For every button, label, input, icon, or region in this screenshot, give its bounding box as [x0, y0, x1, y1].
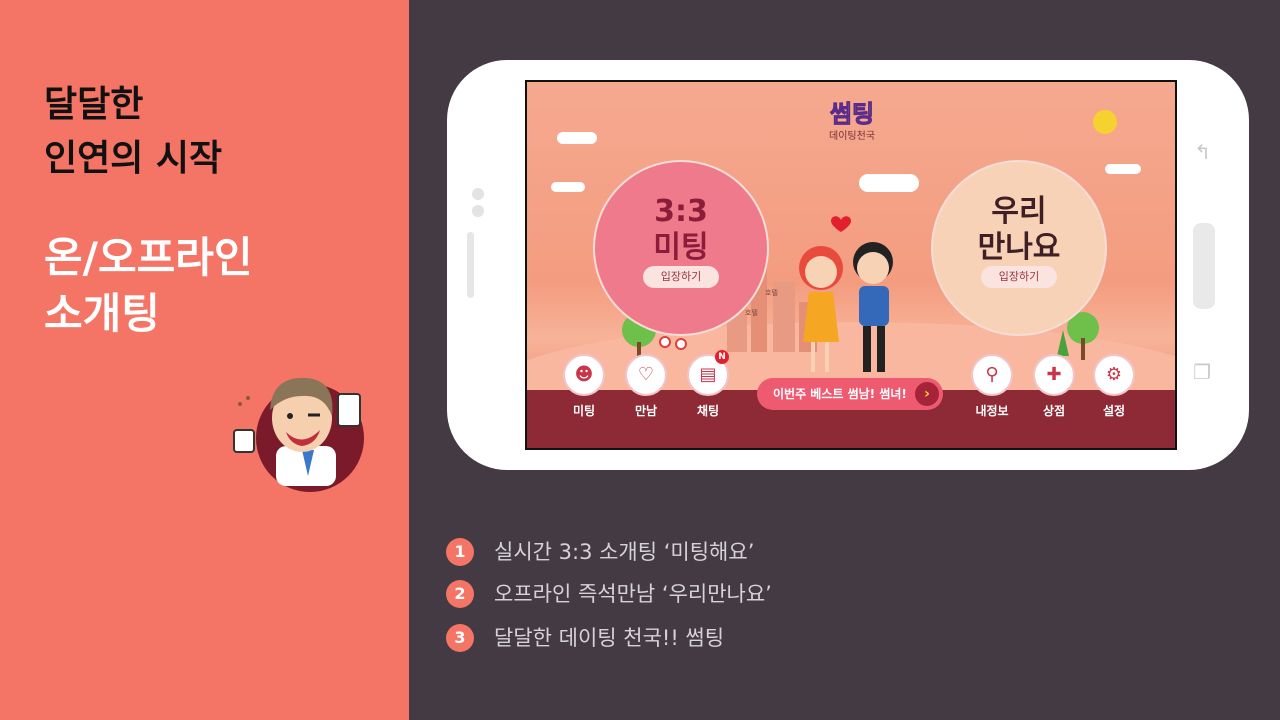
- phone-frame: ↰ ❐ 호텔 호텔 썸팅 데이팅천국 3:3 미팅 입장하기 우리 만나요 입장…: [447, 60, 1249, 470]
- menu-chat[interactable]: ▤ N 채팅: [683, 350, 733, 419]
- app-screen: 호텔 호텔 썸팅 데이팅천국 3:3 미팅 입장하기 우리 만나요 입장하기 ☻…: [525, 80, 1177, 450]
- feature-number: 3: [446, 624, 474, 652]
- menu-settings-label: 설정: [1102, 404, 1126, 418]
- weekly-best-button[interactable]: 이번주 베스트 썸남! 썸녀! ›: [757, 378, 943, 410]
- menu-meeting[interactable]: ☻ 미팅: [559, 354, 609, 419]
- couple-illustration: [799, 216, 893, 372]
- meetup-title-line-1: 우리: [991, 194, 1047, 229]
- headline: 달달한 인연의 시작: [44, 78, 222, 186]
- menu-meet-label: 만남: [634, 404, 658, 418]
- feature-text: 실시간 3:3 소개팅 ‘미팅해요’: [494, 540, 755, 564]
- logo-subtitle: 데이팅천국: [829, 131, 875, 142]
- left-panel: 달달한 인연의 시작 온/오프라인 소개팅: [0, 0, 409, 720]
- city-sign: 호텔: [765, 289, 778, 297]
- cloud-decoration: [859, 174, 919, 192]
- cloud-decoration: [557, 132, 597, 144]
- menu-meeting-label: 미팅: [572, 404, 596, 418]
- meetup-enter-button[interactable]: 입장하기: [981, 266, 1057, 288]
- menu-profile[interactable]: ⚲ 내정보: [967, 354, 1017, 419]
- gear-icon: ⚙: [1093, 354, 1135, 396]
- heart-icon: ♡: [625, 354, 667, 396]
- meeting-title-line-2: 미팅: [653, 230, 709, 265]
- weekly-best-label: 이번주 베스트 썸남! 썸녀!: [773, 387, 907, 401]
- menu-chat-label: 채팅: [696, 404, 720, 418]
- headline-line-2: 인연의 시작: [44, 138, 223, 179]
- mascot-illustration: [233, 377, 364, 492]
- side-button: [467, 232, 474, 298]
- menu-settings[interactable]: ⚙ 설정: [1089, 354, 1139, 419]
- menu-shop-label: 상점: [1042, 404, 1066, 418]
- subheadline-line-2: 소개팅: [44, 289, 160, 338]
- profile-icon: ⚲: [971, 354, 1013, 396]
- meeting-title: 3:3 미팅: [595, 194, 767, 266]
- menu-shop[interactable]: ✚ 상점: [1029, 354, 1079, 419]
- sun-decoration: [1093, 110, 1117, 134]
- sensor-dot: [472, 205, 484, 217]
- feature-text: 오프라인 즉석만남 ‘우리만나요’: [494, 582, 772, 606]
- meetup-bubble[interactable]: 우리 만나요 입장하기: [931, 160, 1107, 336]
- subheadline: 온/오프라인 소개팅: [44, 230, 253, 342]
- menu-profile-label: 내정보: [975, 404, 1009, 418]
- logo-text: 썸팅: [829, 100, 875, 129]
- feature-number: 1: [446, 538, 474, 566]
- subheadline-line-1: 온/오프라인: [44, 233, 253, 282]
- recent-apps-icon[interactable]: ❐: [1193, 360, 1211, 384]
- cloud-decoration: [1105, 164, 1141, 174]
- cloud-decoration: [551, 182, 585, 192]
- home-button[interactable]: [1193, 223, 1215, 309]
- meeting-title-line-1: 3:3: [654, 194, 708, 229]
- chevron-right-icon: ›: [915, 382, 939, 406]
- feature-number: 2: [446, 580, 474, 608]
- feature-text: 달달한 데이팅 천국!! 썸팅: [494, 626, 725, 650]
- menu-meet[interactable]: ♡ 만남: [621, 354, 671, 419]
- meetup-title-line-2: 만나요: [977, 230, 1061, 265]
- meeting-enter-button[interactable]: 입장하기: [643, 266, 719, 288]
- meetup-title: 우리 만나요: [933, 194, 1105, 266]
- new-badge: N: [715, 350, 729, 364]
- meeting-bubble[interactable]: 3:3 미팅 입장하기: [593, 160, 769, 336]
- gift-icon: ✚: [1033, 354, 1075, 396]
- back-icon[interactable]: ↰: [1194, 140, 1211, 164]
- city-sign: 호텔: [745, 309, 758, 317]
- app-logo: 썸팅 데이팅천국: [792, 94, 912, 143]
- group-icon: ☻: [563, 354, 605, 396]
- headline-line-1: 달달한: [44, 84, 144, 125]
- camera-dot: [472, 188, 484, 200]
